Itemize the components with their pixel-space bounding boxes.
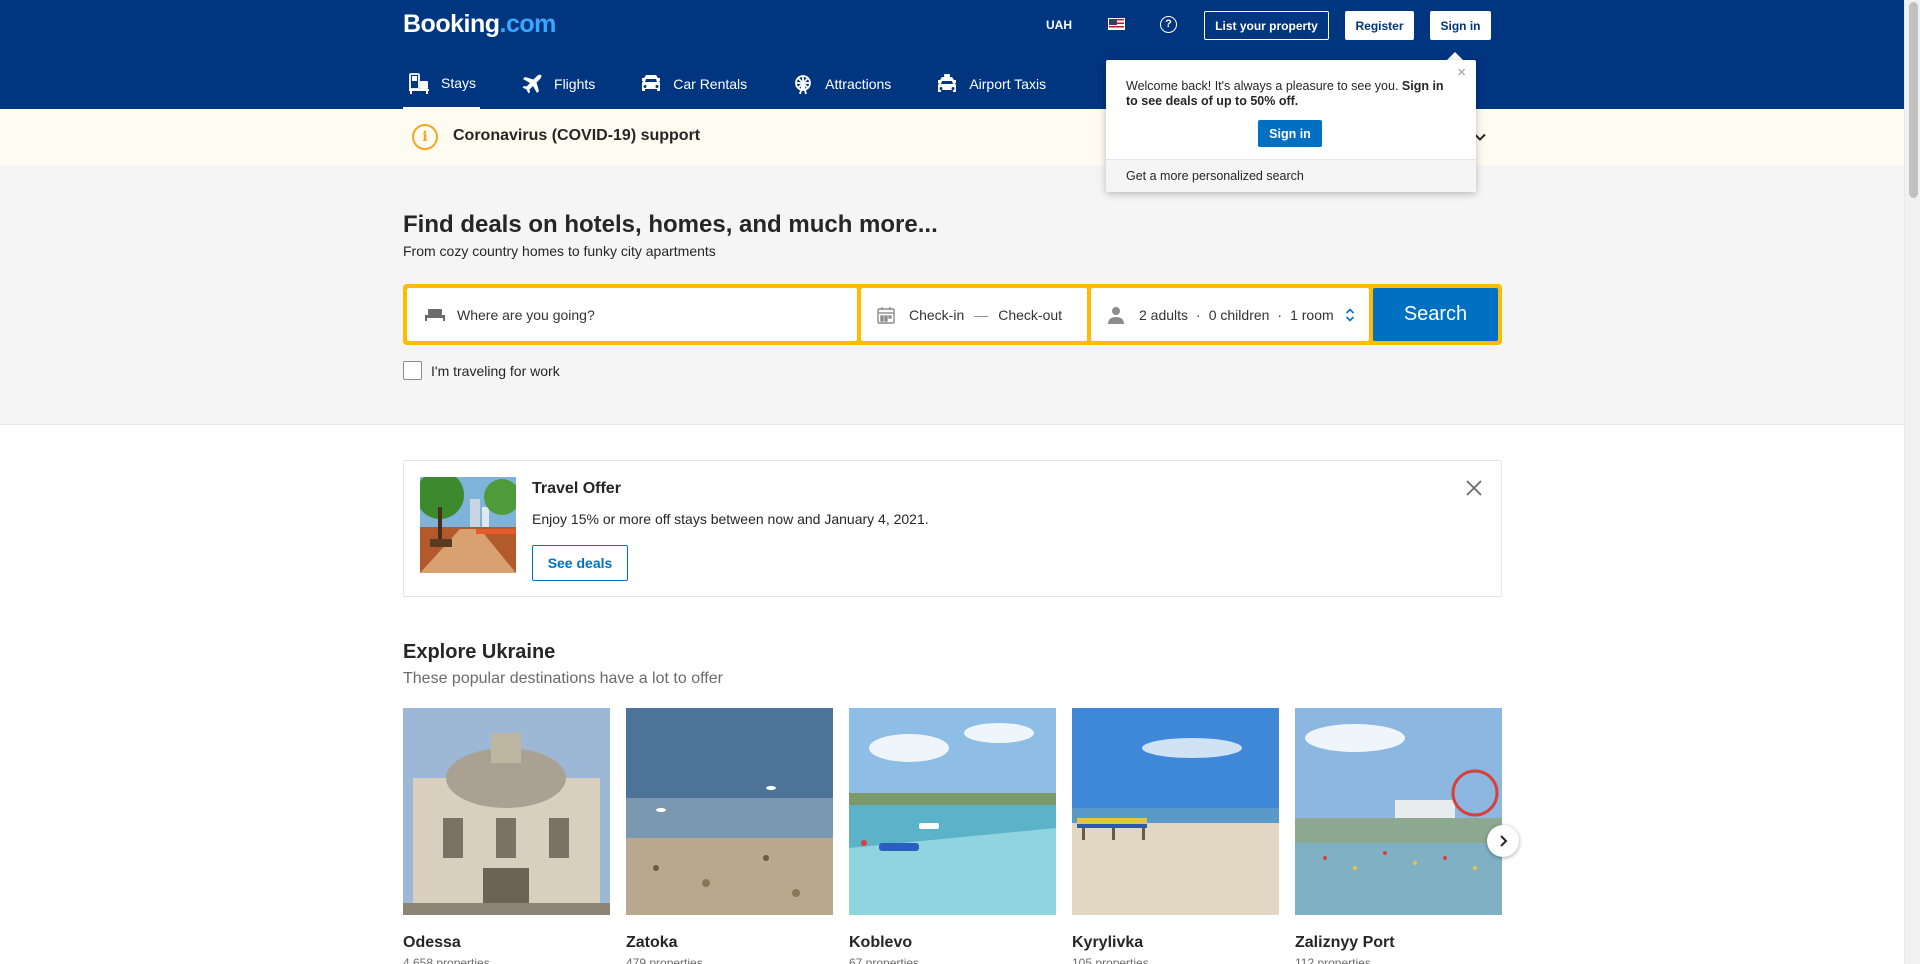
nav-tab-label: Stays xyxy=(441,74,477,91)
page-scrollbar[interactable] xyxy=(1904,0,1920,964)
destination-card-koblevo[interactable]: Koblevo 67 properties xyxy=(849,708,1056,964)
us-flag-icon[interactable] xyxy=(1108,18,1125,30)
offer-description: Enjoy 15% or more off stays between now … xyxy=(532,511,929,527)
up-down-arrows-icon xyxy=(1345,308,1355,322)
explore-subtitle: These popular destinations have a lot to… xyxy=(403,670,723,687)
plane-icon xyxy=(522,74,542,93)
destination-card-odessa[interactable]: Odessa 4,658 properties xyxy=(403,708,610,964)
search-bar: Check-in — Check-out 2 adults · 0 childr… xyxy=(403,284,1502,345)
destination-count: 479 properties xyxy=(626,956,703,964)
nav-tab-label: Flights xyxy=(554,75,596,92)
help-icon[interactable]: ? xyxy=(1160,16,1177,33)
hero-subtitle: From cozy country homes to funky city ap… xyxy=(403,243,716,259)
popover-sign-in-button[interactable]: Sign in xyxy=(1258,120,1322,147)
calendar-icon xyxy=(877,306,895,324)
work-travel-label[interactable]: I'm traveling for work xyxy=(431,363,560,379)
destination-image xyxy=(626,708,833,915)
nav-tab-car-rentals[interactable]: Car Rentals xyxy=(635,58,751,109)
destination-image xyxy=(1295,708,1502,915)
guest-separator: · xyxy=(1196,306,1201,323)
sign-in-button[interactable]: Sign in xyxy=(1430,11,1491,40)
nav-tab-label: Airport Taxis xyxy=(969,75,1047,92)
see-deals-button[interactable]: See deals xyxy=(532,545,628,581)
destination-card-zaliznyy-port[interactable]: Zaliznyy Port 112 properties xyxy=(1295,708,1502,964)
close-icon[interactable]: × xyxy=(1457,64,1466,81)
nav-tab-label: Car Rentals xyxy=(673,75,748,92)
children-count: 0 children xyxy=(1208,306,1270,323)
guest-separator: · xyxy=(1277,306,1283,323)
destination-count: 4,658 properties xyxy=(403,956,490,964)
destination-name: Zatoka xyxy=(626,934,678,951)
nav-tab-attractions[interactable]: Attractions xyxy=(787,58,895,109)
adults-count: 2 adults xyxy=(1139,306,1189,323)
date-picker-field[interactable]: Check-in — Check-out xyxy=(861,288,1087,341)
destination-count: 67 properties xyxy=(849,956,920,964)
work-travel-checkbox[interactable] xyxy=(403,361,422,380)
guests-field[interactable]: 2 adults · 0 children · 1 room xyxy=(1091,288,1369,341)
destination-card-zatoka[interactable]: Zatoka 479 properties xyxy=(626,708,833,964)
search-button[interactable]: Search xyxy=(1373,288,1498,341)
taxi-icon xyxy=(938,73,957,92)
scrollbar-thumb[interactable] xyxy=(1909,2,1918,198)
destination-field[interactable] xyxy=(407,288,857,341)
currency-selector[interactable]: UAH xyxy=(1046,18,1072,32)
check-in-label: Check-in xyxy=(909,306,965,323)
bed-icon xyxy=(409,72,429,94)
nav-tab-label: Attractions xyxy=(825,75,892,92)
date-separator: — xyxy=(974,306,989,323)
person-icon xyxy=(1108,306,1124,324)
destination-image xyxy=(1072,708,1279,915)
chevron-right-icon xyxy=(1500,835,1508,847)
rooms-count: 1 room xyxy=(1290,306,1334,323)
destination-name: Odessa xyxy=(403,934,461,951)
destination-name: Koblevo xyxy=(849,934,913,951)
covid-banner-title[interactable]: Coronavirus (COVID-19) support xyxy=(453,127,700,145)
bed-icon xyxy=(425,309,445,321)
list-property-button[interactable]: List your property xyxy=(1204,11,1329,40)
main-nav: Stays Flights Car Rentals Attractions Ai… xyxy=(403,58,1050,109)
carousel-next-button[interactable] xyxy=(1487,825,1519,857)
destination-count: 112 properties xyxy=(1295,956,1371,964)
register-button[interactable]: Register xyxy=(1345,11,1414,40)
booking-logo[interactable]: Booking.com xyxy=(403,10,556,39)
check-out-label: Check-out xyxy=(998,306,1063,323)
guests-summary: 2 adults · 0 children · 1 room xyxy=(1139,307,1334,323)
popover-message: Welcome back! It's always a pleasure to … xyxy=(1126,79,1444,108)
destination-name: Zaliznyy Port xyxy=(1295,934,1395,951)
destination-name: Kyrylivka xyxy=(1072,934,1144,951)
destination-count: 105 properties xyxy=(1072,956,1149,964)
offer-image xyxy=(420,477,516,573)
sign-in-popover: × Welcome back! It's always a pleasure t… xyxy=(1106,60,1476,192)
car-icon xyxy=(642,74,661,91)
top-header: Booking.com UAH ? List your property Reg… xyxy=(0,0,1904,109)
covid-banner[interactable]: i xyxy=(0,109,1904,165)
close-icon[interactable] xyxy=(1465,479,1483,497)
popover-arrow xyxy=(1447,52,1463,60)
nav-tab-stays[interactable]: Stays xyxy=(403,58,481,109)
nav-tab-airport-taxis[interactable]: Airport Taxis xyxy=(931,58,1050,109)
travel-offer-card: Travel Offer Enjoy 15% or more off stays… xyxy=(403,460,1502,597)
destination-input[interactable] xyxy=(457,288,847,341)
popover-footer: Get a more personalized search xyxy=(1106,159,1476,192)
info-icon: i xyxy=(412,124,438,150)
nav-tab-flights[interactable]: Flights xyxy=(516,58,599,109)
explore-title: Explore Ukraine xyxy=(403,641,556,663)
offer-title: Travel Offer xyxy=(532,480,621,497)
hero-title: Find deals on hotels, homes, and much mo… xyxy=(403,211,938,238)
destination-card-kyrylivka[interactable]: Kyrylivka 105 properties xyxy=(1072,708,1279,964)
ferris-wheel-icon xyxy=(795,74,812,94)
destination-image xyxy=(849,708,1056,915)
destination-image xyxy=(403,708,610,915)
